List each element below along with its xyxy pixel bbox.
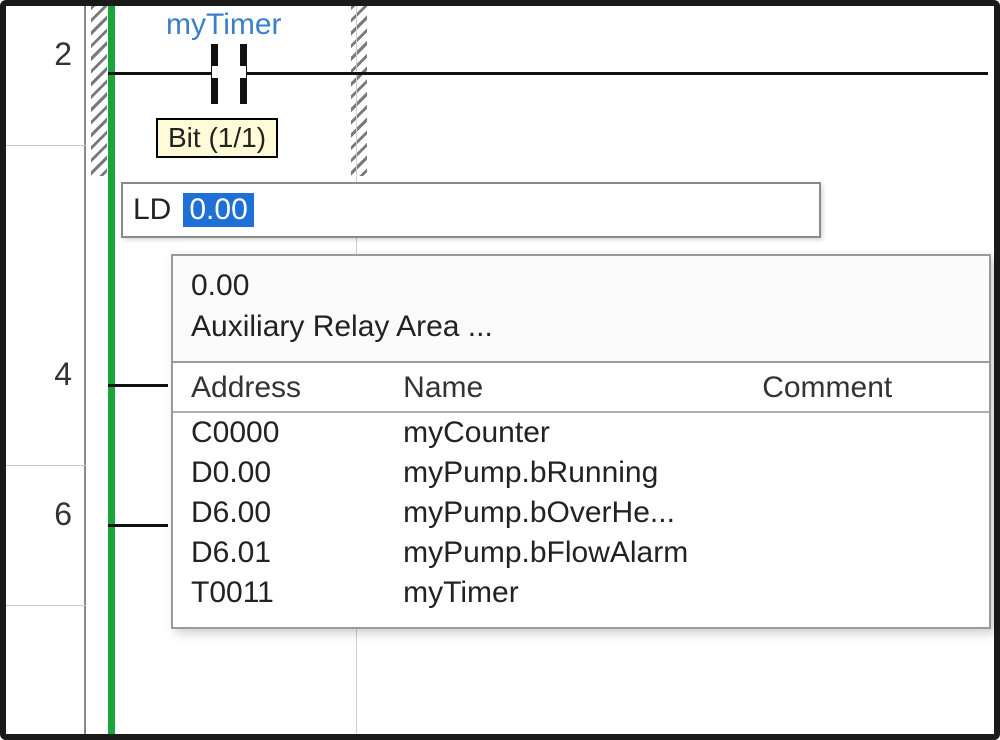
cell-name: myPump.bOverHe... xyxy=(385,493,744,533)
table-row[interactable]: T0011 myTimer xyxy=(173,573,989,613)
bit-tooltip-text: Bit (1/1) xyxy=(168,122,266,153)
cell-address: D0.00 xyxy=(173,453,385,493)
cell-name: myTimer xyxy=(385,573,744,613)
cell-comment xyxy=(744,533,989,573)
address-info-address: 0.00 xyxy=(191,266,971,307)
ladder-editor-frame: 2 4 6 myTimer Bit (1/1) LD 0.00 0.00 Aux… xyxy=(0,0,1000,740)
rung-number-label: 6 xyxy=(54,496,72,533)
column-header-comment[interactable]: Comment xyxy=(744,363,989,412)
cell-name: myCounter xyxy=(385,413,744,453)
operand-value-selected[interactable]: 0.00 xyxy=(183,193,253,227)
bit-tooltip: Bit (1/1) xyxy=(156,118,278,158)
rung-number: 6 xyxy=(6,466,86,606)
cell-comment xyxy=(744,453,989,493)
bus-bar xyxy=(108,6,115,734)
contact-tag-label: myTimer xyxy=(166,8,282,42)
column-header-address[interactable]: Address xyxy=(173,363,385,412)
cell-address: C0000 xyxy=(173,413,385,453)
cell-address: T0011 xyxy=(173,573,385,613)
rung-wire xyxy=(108,384,168,387)
address-info-panel: 0.00 Auxiliary Relay Area ... xyxy=(173,256,989,363)
rung-number: 4 xyxy=(6,326,86,466)
table-row[interactable]: D6.00 myPump.bOverHe... xyxy=(173,493,989,533)
cell-comment xyxy=(744,573,989,613)
rung-number: 2 xyxy=(6,6,86,146)
table-row[interactable]: C0000 myCounter xyxy=(173,413,989,453)
hatched-rail-left xyxy=(91,6,107,176)
rung-number-gutter: 2 4 6 xyxy=(6,6,86,734)
table-row[interactable]: D6.01 myPump.bFlowAlarm xyxy=(173,533,989,573)
cell-address: D6.01 xyxy=(173,533,385,573)
address-info-area: Auxiliary Relay Area ... xyxy=(191,307,971,348)
rung-number-label: 4 xyxy=(54,356,72,393)
rung-number-label: 2 xyxy=(54,36,72,73)
hatched-rail-mid xyxy=(351,6,367,176)
operand-input-row[interactable]: LD 0.00 xyxy=(121,182,821,238)
rung-wire xyxy=(108,524,168,527)
cell-comment xyxy=(744,493,989,533)
address-suggestion-popup[interactable]: 0.00 Auxiliary Relay Area ... Address Na… xyxy=(171,254,991,629)
instruction-mnemonic: LD xyxy=(133,193,171,227)
contact-gap xyxy=(212,66,246,78)
table-row[interactable]: D0.00 myPump.bRunning xyxy=(173,453,989,493)
cell-name: myPump.bFlowAlarm xyxy=(385,533,744,573)
cell-name: myPump.bRunning xyxy=(385,453,744,493)
cell-comment xyxy=(744,413,989,453)
address-table: Address Name Comment C0000 myCounter D0.… xyxy=(173,363,989,627)
cell-address: D6.00 xyxy=(173,493,385,533)
column-header-name[interactable]: Name xyxy=(385,363,744,412)
